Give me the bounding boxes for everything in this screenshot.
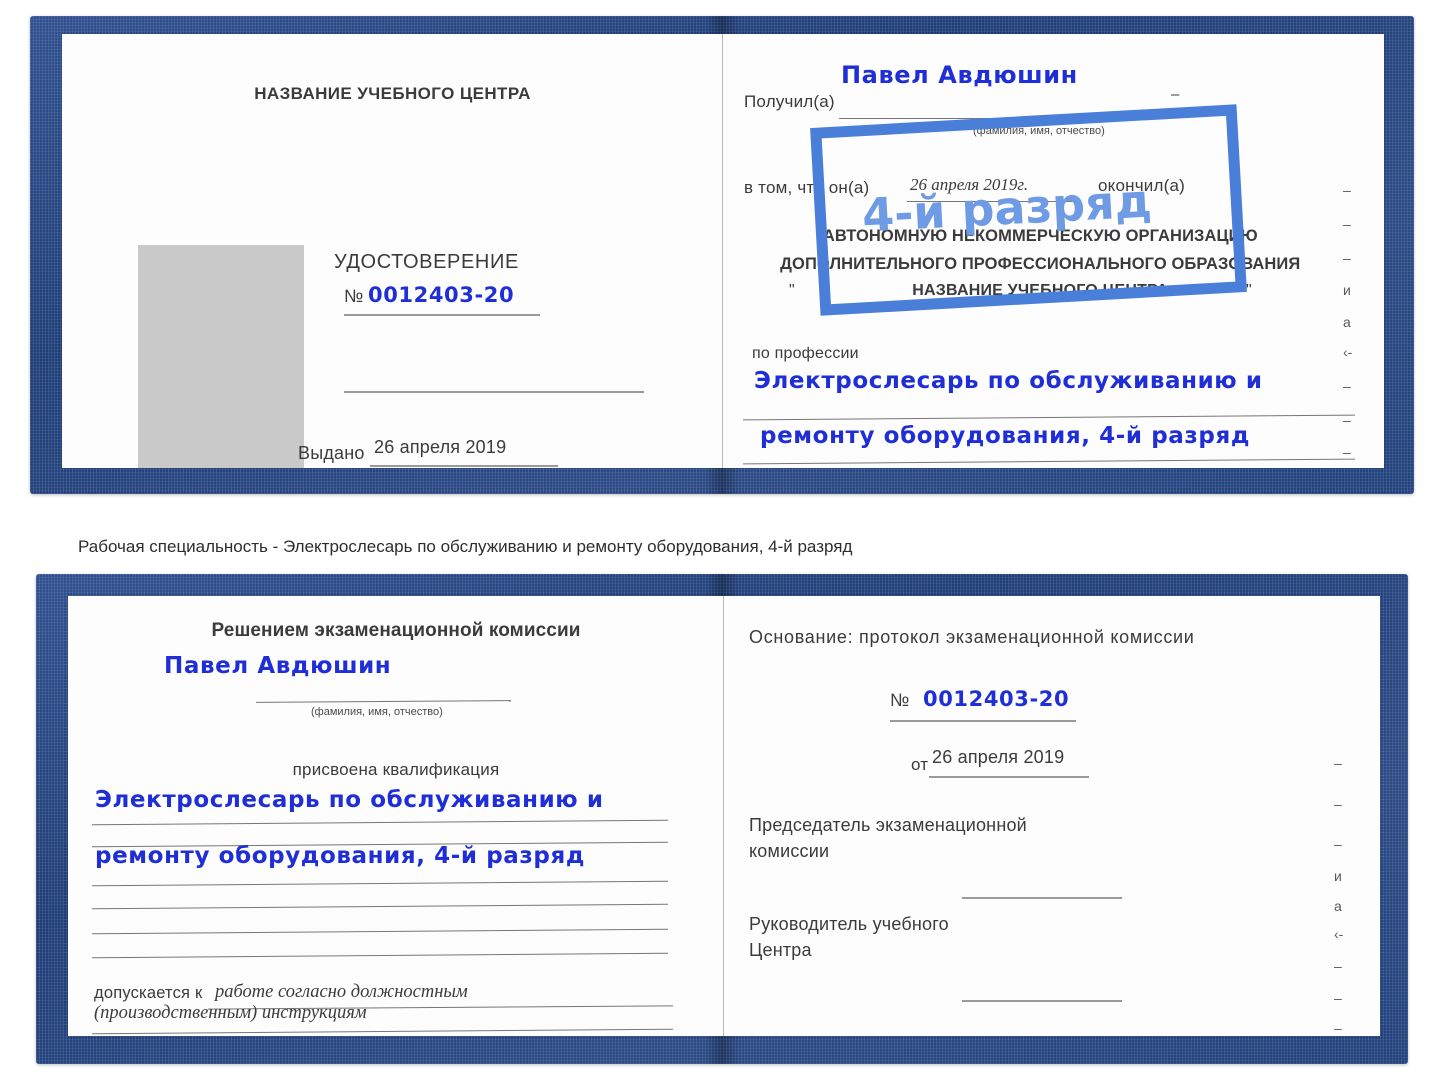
- admitted-value-line-2: (производственным) инструкциям: [94, 1003, 367, 1023]
- edge-mark-i: и: [1343, 282, 1351, 298]
- chairman-label-line-2: комиссии: [749, 841, 830, 861]
- certificate-number-value: 0012403-20: [368, 283, 515, 307]
- edge-mark-b-i: и: [1334, 868, 1342, 884]
- photo-placeholder: [138, 245, 304, 468]
- edge-mark-arrow: ‹-: [1343, 344, 1353, 360]
- edge-mark-b-dash-3: –: [1334, 836, 1342, 852]
- edge-dash-0: –: [1171, 86, 1180, 103]
- protocol-date-rule: [929, 776, 1089, 778]
- edge-mark-a: а: [1343, 314, 1351, 330]
- qualification-rule-1: [92, 819, 668, 826]
- certificate-number-label: №: [344, 286, 364, 306]
- qualification-label: присвоена квалификация: [292, 760, 500, 779]
- edge-mark-b-dash-1: –: [1334, 755, 1342, 771]
- profession-value-line-1: Электрослесарь по обслуживанию и: [754, 368, 1263, 394]
- fio-hint-bottom: (фамилия, имя, отчество): [311, 706, 443, 718]
- edge-mark-b-dash-4: –: [1334, 958, 1342, 974]
- qualification-rule-3: [92, 880, 668, 887]
- edge-mark-dash-1: –: [1343, 182, 1351, 198]
- head-label-line-1: Руководитель учебного: [749, 914, 949, 934]
- head-signature-rule: [962, 1000, 1122, 1002]
- qualification-rule-6: [92, 952, 668, 959]
- edge-mark-dash-3: –: [1343, 250, 1351, 266]
- cert-bottom-right-page: Основание: протокол экзаменационной коми…: [723, 596, 1380, 1036]
- protocol-number-rule: [890, 720, 1076, 722]
- profession-rule-1: [743, 414, 1355, 421]
- issued-label: Выдано: [298, 443, 365, 463]
- certificate-booklet-bottom: Решением экзаменационной комиссии Павел …: [36, 574, 1408, 1064]
- edge-mark-dash-6: –: [1343, 444, 1351, 460]
- cert-bottom-left-page: Решением экзаменационной комиссии Павел …: [68, 596, 724, 1036]
- qualification-rule-5: [92, 928, 668, 935]
- issued-date-value: 26 апреля 2019: [374, 437, 507, 457]
- edge-mark-b-dash-2: –: [1334, 796, 1342, 812]
- qualification-rule-4: [92, 903, 668, 910]
- certificate-title: УДОСТОВЕРЕНИЕ: [334, 251, 519, 273]
- qualification-value-line-1: Электрослесарь по обслуживанию и: [95, 787, 604, 813]
- protocol-number-value: 0012403-20: [923, 687, 1070, 711]
- edge-mark-b-dash-5: –: [1334, 990, 1342, 1006]
- cert-top-left-page: НАЗВАНИЕ УЧЕБНОГО ЦЕНТРА УДОСТОВЕРЕНИЕ №…: [62, 34, 723, 468]
- screenshot-root: НАЗВАНИЕ УЧЕБНОГО ЦЕНТРА УДОСТОВЕРЕНИЕ №…: [0, 0, 1448, 1085]
- edge-mark-dash-4: –: [1343, 378, 1351, 394]
- basis-label: Основание: протокол экзаменационной коми…: [749, 627, 1195, 647]
- edge-mark-b-a: а: [1334, 898, 1342, 914]
- admitted-label: допускается к: [94, 984, 203, 1002]
- received-label: Получил(а): [744, 92, 835, 111]
- protocol-number-label: №: [890, 690, 910, 710]
- certificate-number-rule: [344, 314, 540, 316]
- caption-text: Рабочая специальность - Электрослесарь п…: [78, 537, 853, 556]
- commission-decision-heading: Решением экзаменационной комиссии: [211, 620, 581, 641]
- profession-rule-2: [743, 458, 1355, 465]
- protocol-date-value: 26 апреля 2019: [932, 747, 1065, 767]
- profession-label: по профессии: [752, 345, 859, 362]
- profession-value-line-2: ремонту оборудования, 4-й разряд: [760, 423, 1251, 449]
- protocol-date-label: от: [911, 755, 929, 774]
- qualification-value-line-2: ремонту оборудования, 4-й разряд: [95, 843, 586, 869]
- chairman-signature-rule: [962, 897, 1122, 899]
- certificate-booklet-top: НАЗВАНИЕ УЧЕБНОГО ЦЕНТРА УДОСТОВЕРЕНИЕ №…: [30, 16, 1414, 494]
- student-name-value: Павел Авдюшин: [164, 653, 392, 679]
- issued-date-rule: [370, 465, 558, 467]
- admitted-rule-2: [92, 1028, 673, 1035]
- edge-mark-b-arrow: ‹-: [1334, 926, 1344, 942]
- training-center-heading: НАЗВАНИЕ УЧЕБНОГО ЦЕНТРА: [254, 84, 531, 103]
- edge-mark-b-dash-6: –: [1334, 1020, 1342, 1036]
- student-name-rule: [255, 700, 512, 703]
- edge-mark-dash-2: –: [1343, 216, 1351, 232]
- chairman-label-line-1: Председатель экзаменационной: [749, 815, 1027, 835]
- edge-mark-dash-5: –: [1343, 412, 1351, 428]
- head-label-line-2: Центра: [749, 940, 812, 960]
- certificate-pages-bottom: Решением экзаменационной комиссии Павел …: [68, 596, 1380, 1036]
- blank-rule-1: [344, 391, 644, 393]
- received-name-value: Павел Авдюшин: [841, 61, 1078, 89]
- admitted-value-line-1: работе согласно должностным: [215, 982, 468, 1002]
